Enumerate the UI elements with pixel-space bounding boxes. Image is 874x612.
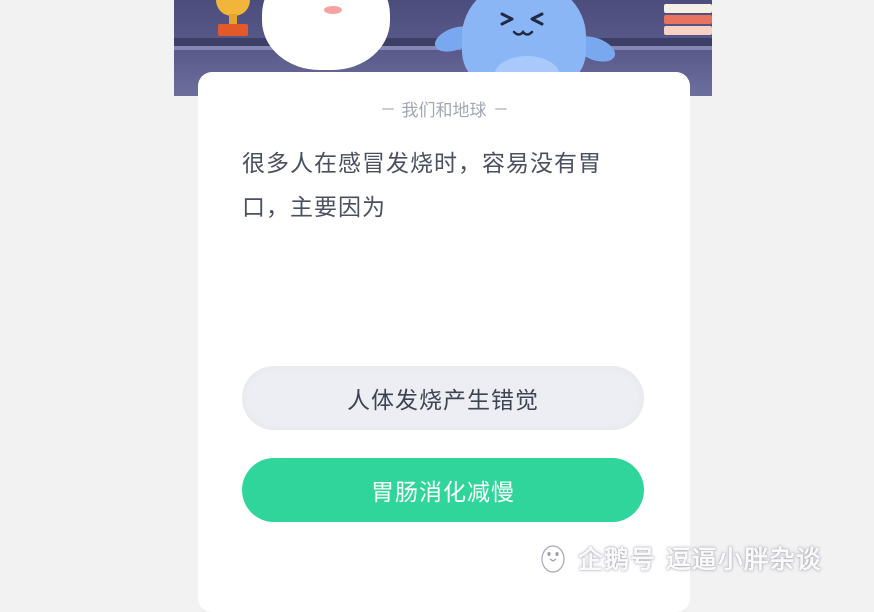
cat-cheek <box>324 6 342 14</box>
answer-option-a[interactable]: 人体发烧产生错觉 <box>242 366 644 430</box>
trophy-stem <box>229 14 237 24</box>
watermark: 企鹅号 逗逼小胖杂谈 <box>538 540 822 576</box>
trophy-base <box>218 24 248 36</box>
answer-option-b-label: 胃肠消化减慢 <box>371 480 515 506</box>
divider-left <box>381 107 394 110</box>
seal-face <box>500 12 544 36</box>
penguin-icon <box>541 545 565 573</box>
answer-option-a-label: 人体发烧产生错觉 <box>347 388 539 414</box>
section-label: 我们和地球 <box>401 101 487 121</box>
divider-right <box>494 107 507 110</box>
answer-option-b[interactable]: 胃肠消化减慢 <box>242 458 644 522</box>
quiz-card: 我们和地球 很多人在感冒发烧时，容易没有胃口，主要因为 人体发烧产生错觉 胃肠消… <box>198 72 690 612</box>
section-header: 我们和地球 <box>198 96 690 121</box>
watermark-text: 企鹅号 逗逼小胖杂谈 <box>578 545 822 574</box>
question-text: 很多人在感冒发烧时，容易没有胃口，主要因为 <box>242 151 602 221</box>
books-icon <box>664 4 712 38</box>
